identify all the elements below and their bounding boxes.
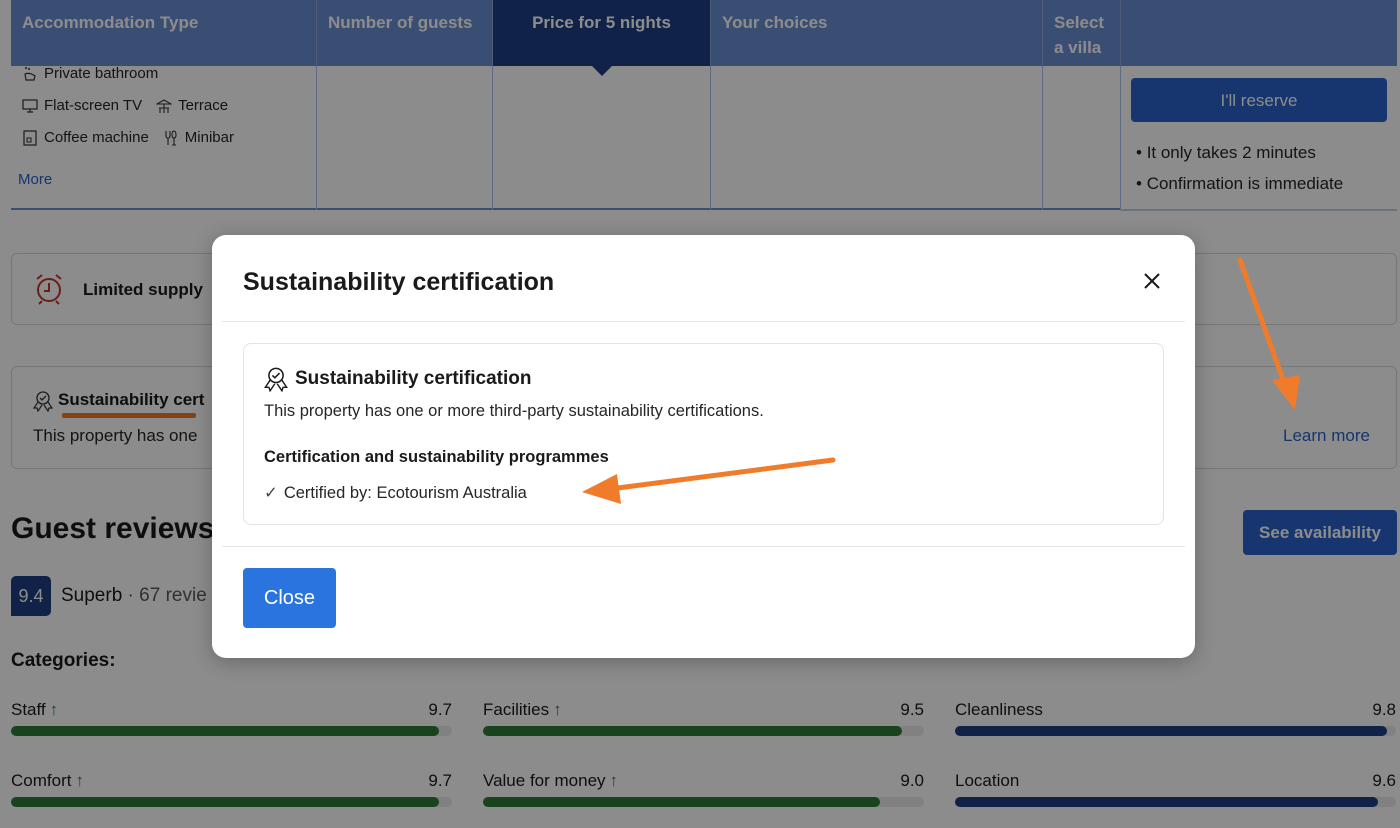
certification-item: ✓ Certified by: Ecotourism Australia xyxy=(264,483,527,503)
close-icon xyxy=(1144,273,1160,289)
certification-text: Certified by: Ecotourism Australia xyxy=(283,484,527,502)
close-button[interactable]: Close xyxy=(243,568,336,628)
card-title: Sustainability certification xyxy=(295,368,532,389)
card-description: This property has one or more third-part… xyxy=(264,402,764,420)
divider xyxy=(222,321,1185,322)
certification-card: Sustainability certification This proper… xyxy=(243,343,1164,525)
sustainability-badge-icon xyxy=(264,367,288,392)
close-icon-button[interactable] xyxy=(1137,266,1167,296)
check-icon: ✓ xyxy=(264,484,278,502)
divider xyxy=(222,546,1185,547)
sustainability-modal: Sustainability certification Sustainabil… xyxy=(212,235,1195,658)
modal-title: Sustainability certification xyxy=(243,268,555,296)
programmes-heading: Certification and sustainability program… xyxy=(264,448,609,466)
